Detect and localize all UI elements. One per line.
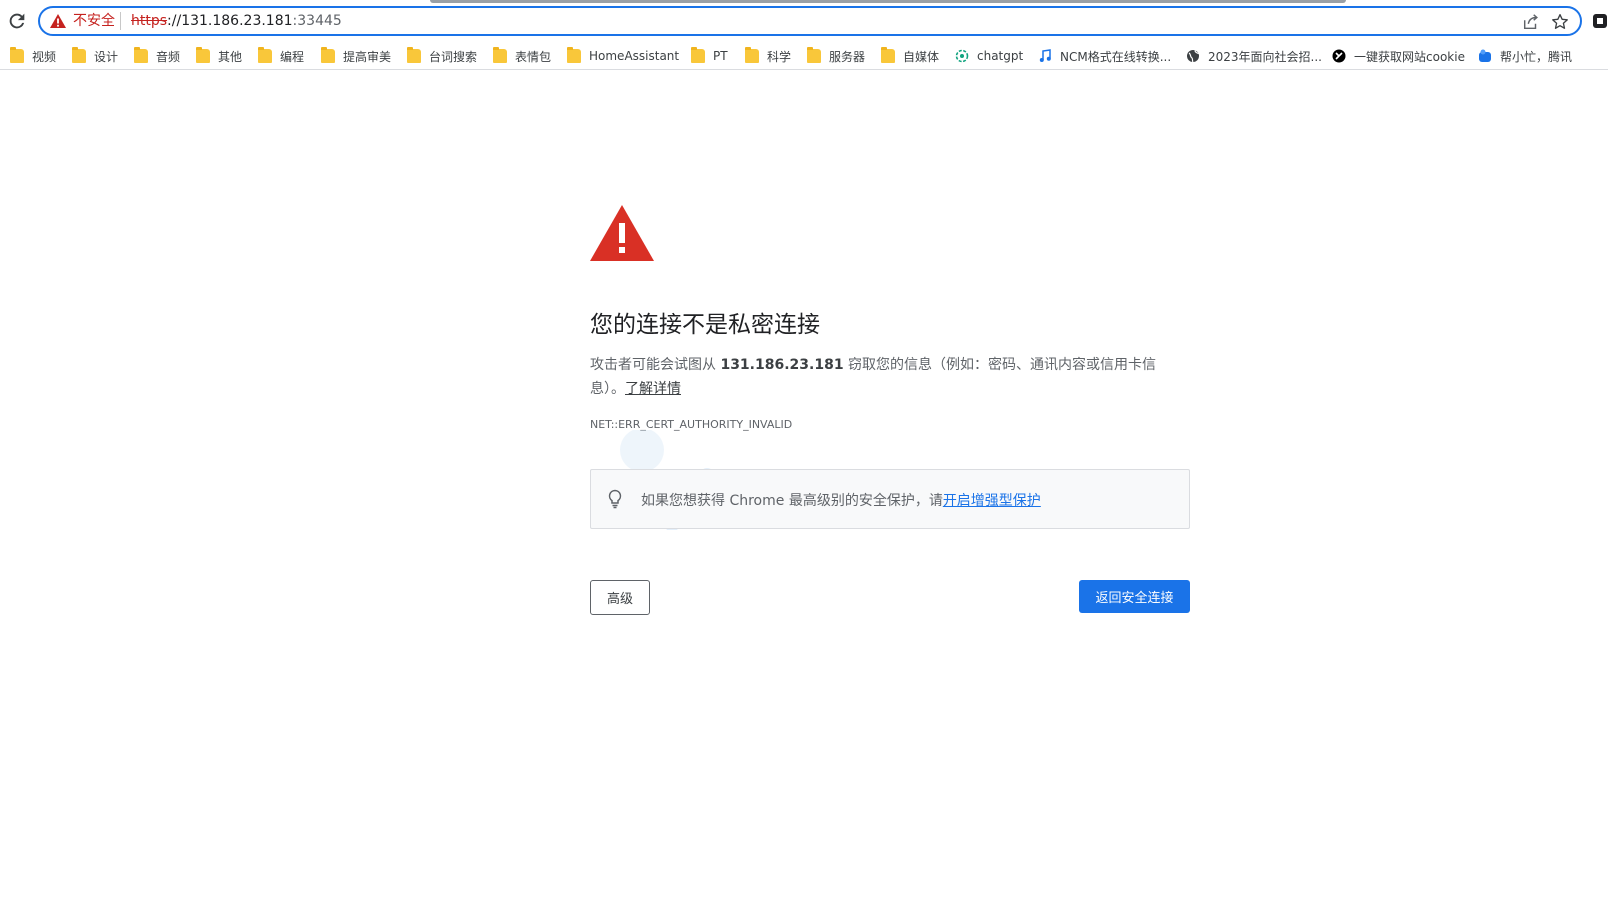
bookmark-label: HomeAssistant: [589, 49, 680, 63]
tip-label: 如果您想获得 Chrome 最高级别的安全保护，请: [641, 493, 943, 509]
back-to-safety-button[interactable]: 返回安全连接: [1079, 580, 1190, 613]
bookmark-link[interactable]: 一键获取网站cookie: [1332, 45, 1465, 67]
openai-icon: [955, 49, 969, 63]
folder-icon: [196, 47, 210, 63]
bookmark-label: 科学: [767, 49, 792, 64]
bookmark-label: 台词搜索: [429, 49, 478, 64]
address-bar[interactable]: 不安全 https://131.186.23.181:33445: [38, 6, 1582, 36]
advanced-button[interactable]: 高级: [590, 580, 650, 615]
bookmark-label: 服务器: [829, 49, 866, 64]
bookmark-folder[interactable]: PT: [691, 45, 728, 67]
bookmark-label: 表情包: [515, 49, 552, 64]
folder-icon: [72, 47, 86, 63]
bookmark-folder[interactable]: HomeAssistant: [567, 45, 679, 67]
folder-icon: [407, 47, 421, 63]
share-icon[interactable]: [1522, 13, 1540, 31]
folder-icon: [691, 47, 705, 63]
bookmark-folder[interactable]: 音频: [134, 45, 180, 67]
bookmark-label: 视频: [32, 49, 57, 64]
enhanced-protection-tip: 如果您想获得 Chrome 最高级别的安全保护，请开启增强型保护: [590, 469, 1190, 529]
bookmark-label: 提高审美: [343, 49, 392, 64]
page-title: 您的连接不是私密连接: [590, 312, 820, 338]
bookmark-folder[interactable]: 视频: [10, 45, 56, 67]
bookmark-folder[interactable]: 科学: [745, 45, 791, 67]
divider: [120, 12, 121, 30]
bookmark-folder[interactable]: 提高审美: [321, 45, 391, 67]
url-host: ://131.186.23.181: [167, 13, 293, 29]
bookmark-label: 帮小忙，腾讯: [1500, 49, 1573, 64]
cookie-site-icon: [1332, 49, 1346, 63]
folder-icon: [745, 47, 759, 63]
bookmark-label: 设计: [94, 49, 119, 64]
bookmark-link[interactable]: 2023年面向社会招...: [1186, 45, 1322, 67]
browser-toolbar: 不安全 https://131.186.23.181:33445: [0, 0, 1608, 41]
star-icon[interactable]: [1550, 12, 1570, 32]
security-label[interactable]: 不安全: [73, 12, 115, 30]
bookmark-folder[interactable]: 设计: [72, 45, 118, 67]
warning-triangle-icon: [590, 205, 654, 261]
bookmarks-bar: 视频 设计 音频 其他 编程 提高审美 台词搜索 表情包 HomeAssista…: [0, 41, 1608, 70]
lightbulb-icon: [608, 489, 622, 509]
folder-icon: [493, 47, 507, 63]
tab-strip-edge: [430, 0, 1346, 3]
learn-more-link[interactable]: 了解详情: [625, 381, 681, 397]
url-port: :33445: [292, 13, 342, 29]
folder-icon: [258, 47, 272, 63]
warning-small-icon[interactable]: [50, 14, 66, 28]
desc-text: 攻击者可能会试图从: [590, 357, 721, 373]
bookmark-folder[interactable]: 其他: [196, 45, 242, 67]
bookmark-link[interactable]: NCM格式在线转换...: [1038, 45, 1171, 67]
reload-icon[interactable]: [6, 10, 28, 32]
bookmark-folder[interactable]: 自媒体: [881, 45, 939, 67]
bookmark-label: 其他: [218, 49, 243, 64]
bookmark-label: 自媒体: [903, 49, 940, 64]
bookmark-folder[interactable]: 台词搜索: [407, 45, 477, 67]
bookmark-link[interactable]: 帮小忙，腾讯: [1478, 45, 1572, 67]
bookmark-link[interactable]: chatgpt: [955, 45, 1023, 67]
bookmark-folder[interactable]: 编程: [258, 45, 304, 67]
tencent-icon: [1479, 49, 1491, 62]
bookmark-folder[interactable]: 表情包: [493, 45, 551, 67]
bookmark-label: chatgpt: [977, 49, 1024, 63]
url-text[interactable]: https://131.186.23.181:33445: [131, 12, 342, 30]
error-description: 攻击者可能会试图从 131.186.23.181 窃取您的信息（例如：密码、通讯…: [590, 353, 1180, 401]
tip-text: 如果您想获得 Chrome 最高级别的安全保护，请开启增强型保护: [641, 490, 1041, 510]
folder-icon: [881, 47, 895, 63]
folder-icon: [807, 47, 821, 63]
bookmark-label: NCM格式在线转换...: [1060, 49, 1172, 64]
bookmark-label: 编程: [280, 49, 305, 64]
desc-host: 131.186.23.181: [720, 357, 844, 373]
folder-icon: [321, 47, 335, 63]
bookmark-label: 一键获取网站cookie: [1354, 49, 1465, 64]
bookmark-label: 音频: [156, 49, 181, 64]
folder-icon: [567, 47, 581, 63]
bookmark-label: 2023年面向社会招...: [1208, 49, 1322, 64]
bookmark-label: PT: [713, 49, 728, 63]
folder-icon: [10, 47, 24, 63]
bookmark-folder[interactable]: 服务器: [807, 45, 865, 67]
music-note-icon: [1039, 49, 1051, 62]
folder-icon: [134, 47, 148, 63]
enhanced-protection-link[interactable]: 开启增强型保护: [943, 493, 1041, 509]
url-scheme: https: [131, 13, 168, 29]
extension-icon[interactable]: [1592, 12, 1608, 30]
globe-icon: [1187, 50, 1199, 63]
